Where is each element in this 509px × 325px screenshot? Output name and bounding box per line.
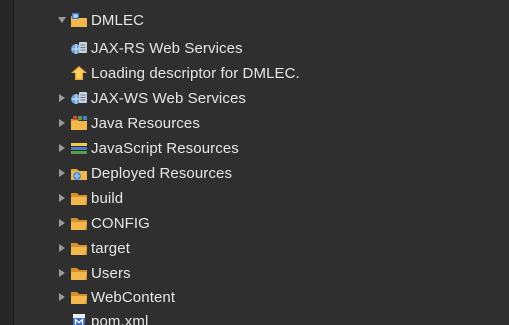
tree-item-java-resources[interactable]: Java Resources xyxy=(56,111,200,135)
tree-item-jax-rs-web-services[interactable]: JAX-RS Web Services xyxy=(70,36,243,60)
tree-item-label: Users xyxy=(91,264,131,282)
web-services-icon xyxy=(70,89,88,107)
tree-item-label: JavaScript Resources xyxy=(91,139,239,157)
collapsed-arrow-icon[interactable] xyxy=(56,167,68,179)
tree-item-label: Java Resources xyxy=(91,114,200,132)
tree-item-users[interactable]: Users xyxy=(56,261,131,285)
tree-item-target[interactable]: target xyxy=(56,236,130,260)
collapsed-arrow-icon[interactable] xyxy=(56,217,68,229)
folder-icon xyxy=(70,288,88,306)
tree-item-label: build xyxy=(91,189,124,207)
folder-icon xyxy=(70,214,88,232)
tree-item-label: Deployed Resources xyxy=(91,164,233,182)
collapsed-arrow-icon[interactable] xyxy=(56,291,68,303)
tree-item-config[interactable]: CONFIG xyxy=(56,211,150,235)
tree-item-build[interactable]: build xyxy=(56,186,123,210)
tree-item-label: DMLEC xyxy=(91,11,145,29)
web-services-icon xyxy=(70,39,88,57)
tree-item-pom-xml[interactable]: pom.xml xyxy=(70,309,148,325)
loading-descriptor-icon xyxy=(70,64,88,82)
tree-item-dmlec[interactable]: DMLEC xyxy=(56,8,144,32)
panel-left-border xyxy=(0,0,14,325)
folder-icon xyxy=(70,264,88,282)
tree-item-label: pom.xml xyxy=(91,312,149,325)
folder-icon xyxy=(70,239,88,257)
tree-item-label: JAX-RS Web Services xyxy=(91,39,243,57)
deployed-resources-icon xyxy=(70,164,88,182)
tree-item-label: CONFIG xyxy=(91,214,150,232)
collapsed-arrow-icon[interactable] xyxy=(56,242,68,254)
expanded-arrow-icon[interactable] xyxy=(56,14,68,26)
tree-item-label: Loading descriptor for DMLEC. xyxy=(91,64,300,82)
project-folder-icon xyxy=(70,11,88,29)
project-explorer-panel: DMLEC JAX-RS Web Services Loading descri… xyxy=(0,0,509,325)
tree-item-loading-descriptor[interactable]: Loading descriptor for DMLEC. xyxy=(70,61,300,85)
collapsed-arrow-icon[interactable] xyxy=(56,142,68,154)
maven-file-icon xyxy=(70,312,88,325)
java-resources-icon xyxy=(70,114,88,132)
folder-icon xyxy=(70,189,88,207)
tree-item-webcontent[interactable]: WebContent xyxy=(56,285,175,309)
collapsed-arrow-icon[interactable] xyxy=(56,92,68,104)
tree-item-label: JAX-WS Web Services xyxy=(91,89,246,107)
collapsed-arrow-icon[interactable] xyxy=(56,117,68,129)
tree-item-label: target xyxy=(91,239,130,257)
collapsed-arrow-icon[interactable] xyxy=(56,267,68,279)
tree-item-javascript-resources[interactable]: JavaScript Resources xyxy=(56,136,239,160)
javascript-resources-icon xyxy=(70,139,88,157)
tree-item-jax-ws-web-services[interactable]: JAX-WS Web Services xyxy=(56,86,246,110)
tree-item-deployed-resources[interactable]: Deployed Resources xyxy=(56,161,232,185)
tree-item-label: WebContent xyxy=(91,288,176,306)
collapsed-arrow-icon[interactable] xyxy=(56,192,68,204)
